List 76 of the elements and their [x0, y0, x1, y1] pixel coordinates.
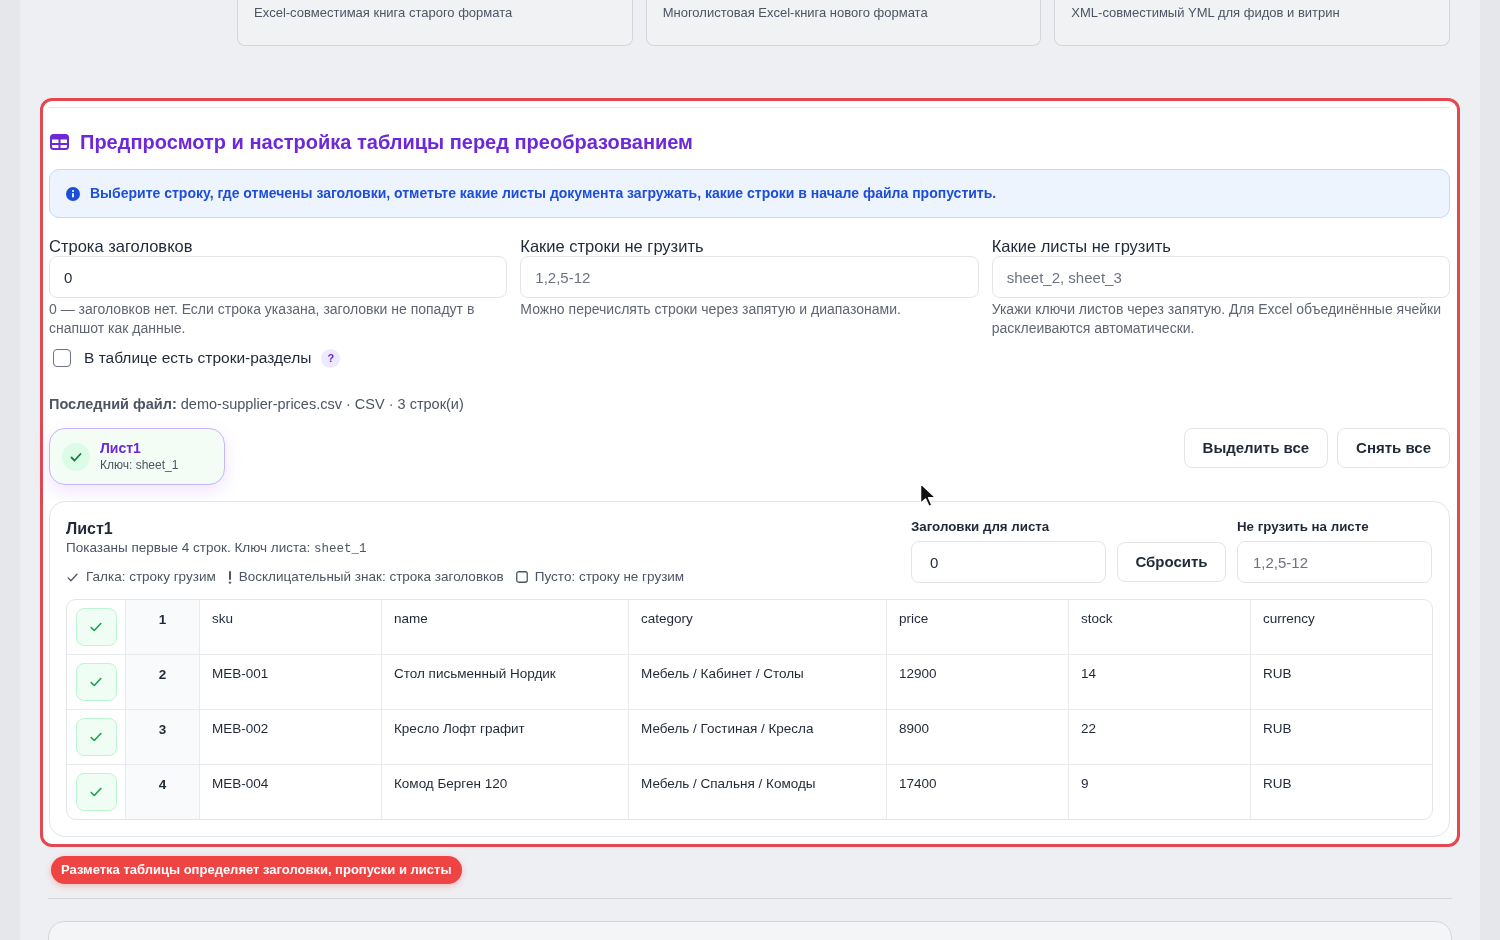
table-cell: MEB-001 — [200, 655, 382, 709]
check-circle-icon — [62, 442, 90, 471]
legend-label: Восклицательный знак: строка заголовков — [238, 569, 504, 585]
table-cell: 12900 — [887, 655, 1069, 709]
check-icon — [89, 730, 103, 744]
table-cell: MEB-004 — [200, 765, 382, 819]
table-cell: category — [629, 600, 887, 654]
row-number: 2 — [126, 655, 200, 709]
reset-button[interactable]: Сбросить — [1117, 542, 1226, 582]
table-cell: 17400 — [887, 765, 1069, 819]
format-description: Многолистовая Excel-книга нового формата — [662, 5, 928, 20]
format-description: XML-совместимый YML для фидов и витрин — [1071, 5, 1340, 20]
input-field[interactable]: 0 — [911, 541, 1106, 583]
input-field[interactable]: 0 — [49, 256, 508, 298]
legend-label: Пусто: строку не грузим — [534, 569, 685, 585]
sheet-title: Лист1 — [66, 519, 113, 538]
sheet-selector[interactable]: Лист1 Ключ: sheet_1 — [49, 428, 225, 485]
checkbox[interactable] — [53, 349, 71, 367]
table-cell: Мебель / Гостиная / Кресла — [629, 710, 887, 764]
info-text: Выберите строку, где отмечены заголовки, отметьте какие листы документа загружать, какие строки в начале файла пропустить. — [90, 185, 997, 202]
row-load-toggle[interactable] — [75, 608, 117, 646]
input-field[interactable]: 1,2,5-12 — [1237, 541, 1432, 583]
field-label: Строка заголовков — [49, 237, 193, 255]
row-load-toggle[interactable] — [75, 718, 117, 756]
table-cell: Стол письменный Нордик — [382, 655, 629, 709]
table-cell-text: RUB — [1262, 775, 1293, 793]
table-cell-text: RUB — [1262, 665, 1293, 683]
input-field[interactable]: 1,2,5-12 — [520, 256, 979, 298]
table-cell: 14 — [1069, 655, 1251, 709]
check-icon — [89, 785, 103, 799]
table-cell: sku — [200, 600, 382, 654]
table-cell: price — [887, 600, 1069, 654]
table-cell: 8900 — [887, 710, 1069, 764]
empty-square-icon — [515, 571, 528, 583]
checkbox-label[interactable]: В таблице есть строки-разделы — [84, 349, 312, 367]
row-number: 4 — [126, 765, 200, 819]
row-number: 1 — [126, 600, 200, 654]
format-card[interactable]: Многолистовая Excel-книга нового формата — [645, 0, 1042, 46]
field-label: Какие листы не грузить — [991, 237, 1171, 255]
row-number: 3 — [126, 710, 200, 764]
format-description: Excel-совместимая книга старого формата — [254, 5, 513, 20]
table-cell: Мебель / Спальня / Комоды — [629, 765, 887, 819]
input-field[interactable]: sheet_2, sheet_3 — [991, 256, 1450, 298]
table-cell: name — [382, 600, 629, 654]
row-load-toggle[interactable] — [75, 663, 117, 701]
annotation-label: Разметка таблицы определяет заголовки, пропуски и листы — [51, 856, 462, 884]
format-card[interactable]: Excel-совместимая книга старого формата — [237, 0, 633, 46]
bulk-select-button[interactable]: Выделить все — [1183, 428, 1329, 468]
table-cell: stock — [1069, 600, 1251, 654]
table-cell-text: currency — [1262, 610, 1316, 628]
row-load-toggle[interactable] — [75, 773, 117, 811]
table-icon — [50, 134, 69, 150]
table-cell: MEB-002 — [200, 710, 382, 764]
table-cell: Комод Берген 120 — [382, 765, 629, 819]
format-card[interactable]: XML-совместимый YML для фидов и витрин — [1054, 0, 1450, 46]
field-label: Не грузить на листе — [1237, 519, 1369, 535]
field-label: Заголовки для листа — [911, 519, 1050, 535]
last-file-info: Последний файл: demo-supplier-prices.csv · CSV · 3 строк(и) — [49, 396, 464, 412]
table-cell: 9 — [1069, 765, 1251, 819]
check-icon — [89, 675, 103, 689]
section-title: Предпросмотр и настройка таблицы перед преобразованием — [80, 130, 693, 155]
field-hint: 0 — заголовков нет. Если строка указана, заголовки не попадут в снапшот как данные. — [49, 300, 476, 338]
help-marker[interactable]: ? — [321, 348, 341, 368]
check-icon — [89, 620, 103, 634]
bulk-select-button[interactable]: Снять все — [1337, 428, 1450, 468]
sheet-subtitle: Показаны первые 4 строк. Ключ листа: sheet_1 — [66, 539, 367, 558]
table-cell: 22 — [1069, 710, 1251, 764]
legend-label: Галка: строку грузим — [86, 569, 216, 585]
info-icon — [66, 186, 80, 201]
field-hint: Можно перечислять строки через запятую и диапазонами. — [520, 300, 902, 319]
exclamation-icon — [227, 570, 232, 584]
table-cell-text: RUB — [1262, 720, 1293, 738]
table-cell: Мебель / Кабинет / Столы — [629, 655, 887, 709]
table-cell: Кресло Лофт графит — [382, 710, 629, 764]
field-label: Какие строки не грузить — [520, 237, 704, 255]
field-hint: Укажи ключи листов через запятую. Для Excel объединённые ячейки расклеиваются автоматически. — [991, 300, 1443, 338]
